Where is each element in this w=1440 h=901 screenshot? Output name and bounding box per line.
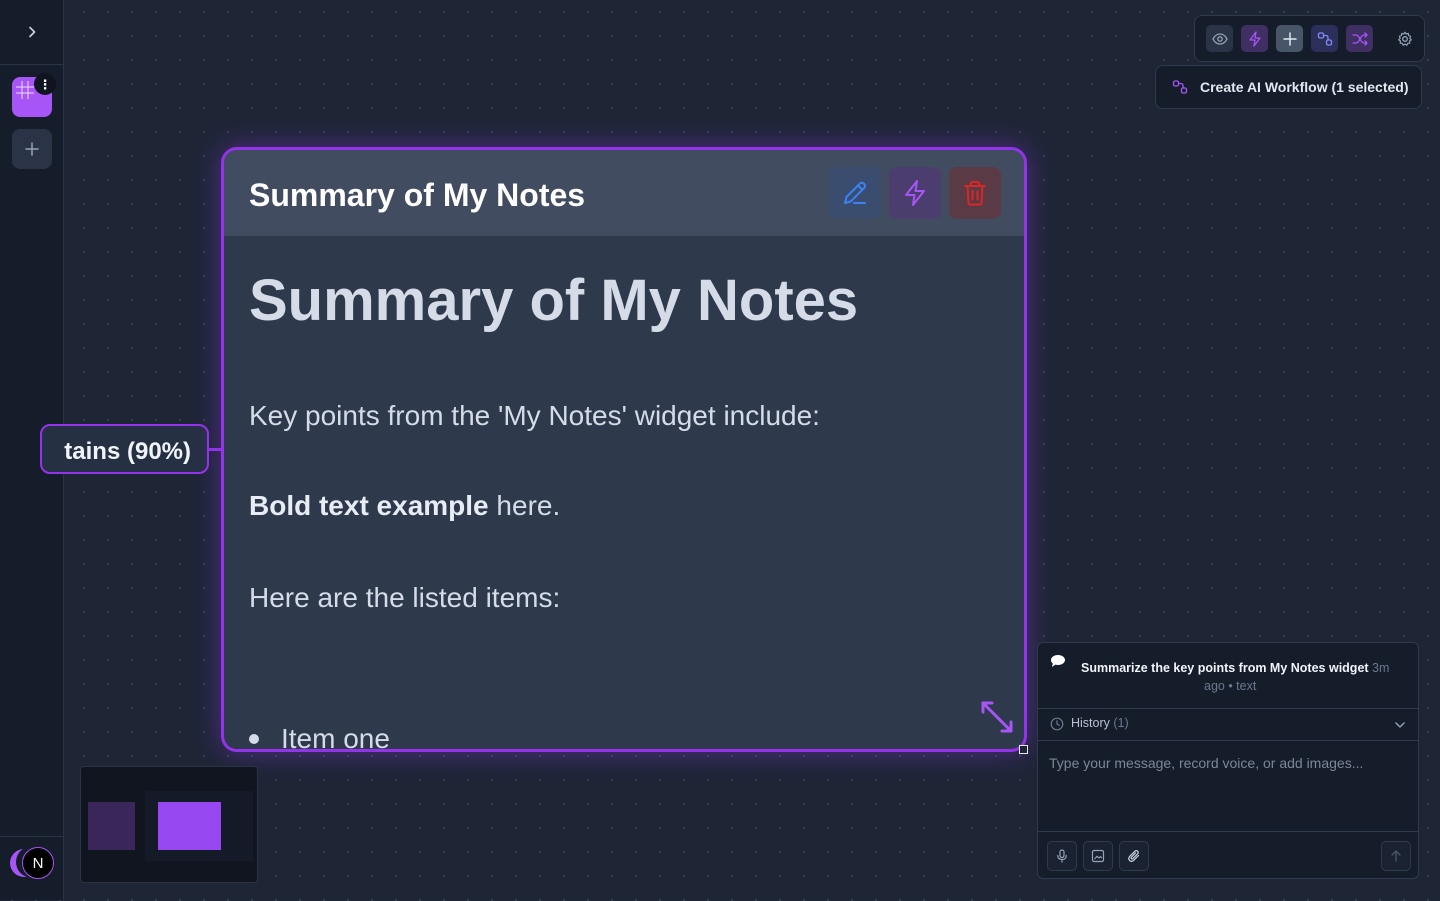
lightning-icon [1248,30,1261,47]
delete-button[interactable] [949,167,1001,219]
speech-bubble-icon [1051,655,1065,667]
workflow-button[interactable] [1311,25,1338,52]
board-thumbnail[interactable]: ⋮ [12,73,56,117]
plus-icon [1282,31,1297,46]
ai-action-button[interactable] [1241,25,1268,52]
create-ai-workflow-button[interactable]: Create AI Workflow (1 selected) [1155,65,1422,109]
clock-icon [1050,717,1064,731]
arrow-up-icon [1391,850,1401,862]
connected-node[interactable]: tains (90%) [40,424,209,474]
voice-record-button[interactable] [1047,841,1077,871]
content-list-intro: Here are the listed items: [249,582,561,613]
chat-message-meta: ago • text [1204,679,1257,693]
pencil-icon [844,181,867,204]
history-label: History [1071,716,1110,730]
connected-node-label: tains (90%) [64,438,191,465]
image-icon [1091,849,1105,863]
add-image-button[interactable] [1083,841,1113,871]
note-card[interactable]: Summary of My Notes Summary of My Notes … [221,147,1027,752]
gear-icon [1397,31,1412,46]
plus-icon [25,142,39,156]
lightning-icon [905,180,925,206]
content-intro: Key points from the 'My Notes' widget in… [249,400,820,431]
minimap-node [88,802,135,850]
edit-button[interactable] [829,167,881,219]
send-button[interactable] [1381,841,1411,871]
attach-file-button[interactable] [1119,841,1149,871]
list-item-text: Item one [281,723,390,752]
expand-button[interactable] [980,700,1014,739]
bold-suffix: here. [488,490,561,521]
content-heading: Summary of My Notes [249,268,859,333]
chat-actions [1038,831,1418,878]
sidebar-expand-button[interactable] [0,0,63,65]
chat-message-text: Summarize the key points from My Notes w… [1081,661,1369,675]
minimap-node-selected [158,802,221,850]
history-toggle[interactable]: History (1) [1038,708,1418,741]
chat-message-time: 3m [1372,661,1390,675]
grid-icon [16,81,34,99]
content-bold-line: Bold text example here. [249,490,560,522]
trash-icon [964,181,986,206]
chat-input[interactable] [1038,741,1418,831]
chat-message[interactable]: Summarize the key points from My Notes w… [1038,643,1418,709]
bold-text: Bold text example [249,490,489,521]
eye-icon [1211,32,1228,45]
expand-icon [981,701,1013,733]
workflow-icon [1172,80,1188,94]
resize-handle[interactable] [1019,745,1028,754]
list-item: Item one [249,723,390,752]
history-count: (1) [1113,716,1129,730]
note-card-header: Summary of My Notes [224,150,1024,236]
workflow-button-label: Create AI Workflow (1 selected) [1200,79,1409,95]
add-board-button[interactable] [12,129,52,169]
settings-button[interactable] [1391,25,1418,52]
add-widget-button[interactable] [1276,25,1303,52]
workflow-icon [1317,31,1332,46]
chevron-down-icon [1395,722,1405,728]
note-card-content[interactable]: Summary of My Notes Key points from the … [249,236,999,749]
paperclip-icon [1128,849,1140,862]
canvas-toolbar [1194,15,1425,62]
chevron-right-icon [28,26,35,38]
ai-enhance-button[interactable] [889,167,941,219]
chat-panel: Summarize the key points from My Notes w… [1037,642,1419,879]
minimap[interactable] [80,766,258,883]
preview-button[interactable] [1206,25,1233,52]
note-card-title: Summary of My Notes [249,177,586,213]
shuffle-icon [1351,31,1368,46]
board-menu-icon[interactable]: ⋮ [34,73,56,95]
user-avatar[interactable]: N [22,847,54,879]
microphone-icon [1057,849,1067,863]
shuffle-button[interactable] [1346,25,1373,52]
